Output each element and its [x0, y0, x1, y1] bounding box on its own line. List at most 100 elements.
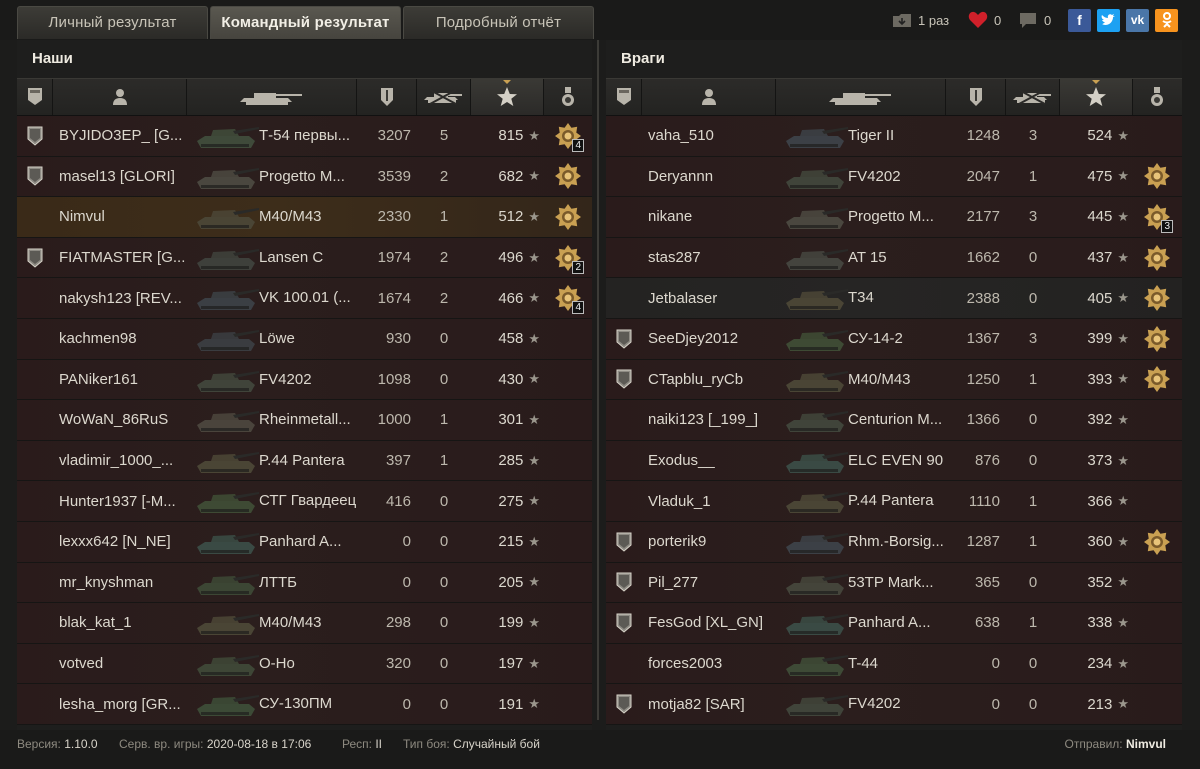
- player-row[interactable]: porterik9 Rhm.-Borsig... 1287 1 360 ★: [606, 521, 1182, 563]
- header-player[interactable]: [53, 79, 187, 115]
- header-rank[interactable]: [606, 79, 642, 115]
- player-row[interactable]: Pil_277 53TP Mark... 365 0 352 ★: [606, 562, 1182, 604]
- player-name[interactable]: porterik9: [642, 522, 776, 562]
- facebook-icon[interactable]: f: [1068, 8, 1091, 32]
- screenshot-counter[interactable]: 1 раз: [892, 9, 949, 31]
- medal-icon[interactable]: 4: [554, 122, 584, 152]
- player-name[interactable]: Vladuk_1: [642, 481, 776, 521]
- player-name[interactable]: CTapblu_ryCb: [642, 360, 776, 400]
- player-row[interactable]: nikane Progetto M... 2177 3 445 ★ 3: [606, 197, 1182, 238]
- medal-icon[interactable]: [1143, 284, 1171, 312]
- header-vehicle[interactable]: [187, 79, 357, 115]
- player-name[interactable]: votved: [53, 644, 187, 684]
- medal-icon[interactable]: 2: [554, 244, 584, 274]
- player-name[interactable]: kachmen98: [53, 319, 187, 359]
- player-name[interactable]: forces2003: [642, 644, 776, 684]
- player-row[interactable]: blak_kat_1 M40/M43 298 0 199 ★: [17, 603, 592, 644]
- player-name[interactable]: PANiker161: [53, 360, 187, 400]
- player-row[interactable]: Jetbalaser T34 2388 0 405 ★: [606, 278, 1182, 319]
- medal-icon[interactable]: [1143, 365, 1171, 393]
- player-name[interactable]: blak_kat_1: [53, 603, 187, 643]
- player-row[interactable]: Exodus__ ELC EVEN 90 876 0 373 ★: [606, 440, 1182, 482]
- header-experience[interactable]: [1060, 79, 1133, 115]
- header-rank[interactable]: [17, 79, 53, 115]
- player-row[interactable]: FesGod [XL_GN] Panhard A... 638 1 338 ★: [606, 603, 1182, 644]
- player-name[interactable]: naiki123 [_199_]: [642, 400, 776, 440]
- achievement-cell: [544, 563, 592, 603]
- header-achievements[interactable]: [544, 79, 592, 115]
- player-name[interactable]: masel13 [GLORI]: [53, 157, 187, 197]
- player-name[interactable]: vladimir_1000_...: [53, 441, 187, 481]
- medal-icon[interactable]: [1143, 162, 1171, 190]
- player-row[interactable]: Vladuk_1 P.44 Pantera 1110 1 366 ★: [606, 481, 1182, 522]
- player-name[interactable]: WoWaN_86RuS: [53, 400, 187, 440]
- tab-detailed-report[interactable]: Подробный отчёт: [403, 6, 594, 39]
- medal-icon[interactable]: 4: [554, 284, 584, 315]
- player-row[interactable]: WoWaN_86RuS Rheinmetall... 1000 1 301 ★: [17, 400, 592, 441]
- player-name[interactable]: nikane: [642, 197, 776, 237]
- twitter-icon[interactable]: [1097, 8, 1120, 32]
- medal-icon[interactable]: [1143, 244, 1171, 272]
- player-name[interactable]: mr_knyshman: [53, 563, 187, 603]
- player-row[interactable]: CTapblu_ryCb M40/M43 1250 1 393 ★: [606, 359, 1182, 401]
- player-row[interactable]: motja82 [SAR] FV4202 0 0 213 ★: [606, 684, 1182, 725]
- player-row[interactable]: Nimvul M40/M43 2330 1 512 ★: [17, 197, 592, 238]
- player-name[interactable]: lexxx642 [N_NE]: [53, 522, 187, 562]
- player-row[interactable]: mr_knyshman ЛТТБ 0 0 205 ★: [17, 562, 592, 604]
- player-row[interactable]: votved O-Ho 320 0 197 ★: [17, 643, 592, 685]
- medal-icon[interactable]: [1143, 528, 1171, 556]
- like-counter[interactable]: 0: [968, 9, 1001, 31]
- player-name[interactable]: FesGod [XL_GN]: [642, 603, 776, 643]
- player-name[interactable]: BYJIDO3EP_ [G...: [53, 116, 187, 156]
- player-row[interactable]: SeeDjey2012 СУ-14-2 1367 3 399 ★: [606, 318, 1182, 360]
- player-name[interactable]: Jetbalaser: [642, 278, 776, 318]
- medal-icon[interactable]: [1143, 325, 1171, 353]
- player-row[interactable]: lesha_morg [GR... СУ-130ПМ 0 0 191 ★: [17, 684, 592, 725]
- player-name[interactable]: Nimvul: [53, 197, 187, 237]
- player-name[interactable]: lesha_morg [GR...: [53, 684, 187, 724]
- experience-cell: 213 ★: [1060, 684, 1133, 724]
- odnoklassniki-icon[interactable]: [1155, 8, 1178, 32]
- player-row[interactable]: stas287 AT 15 1662 0 437 ★: [606, 237, 1182, 279]
- medal-icon[interactable]: [554, 203, 582, 231]
- player-name[interactable]: Pil_277: [642, 563, 776, 603]
- player-name[interactable]: nakysh123 [REV...: [53, 278, 187, 318]
- player-name[interactable]: Deryannn: [642, 157, 776, 197]
- medal-icon[interactable]: 3: [1143, 203, 1173, 233]
- header-damage[interactable]: [357, 79, 417, 115]
- player-row[interactable]: vladimir_1000_... P.44 Pantera 397 1 285 ★: [17, 440, 592, 482]
- player-name[interactable]: Exodus__: [642, 441, 776, 481]
- player-row[interactable]: masel13 [GLORI] Progetto M... 3539 2 682 ★: [17, 156, 592, 198]
- player-row[interactable]: forces2003 T-44 0 0 234 ★: [606, 643, 1182, 685]
- player-row[interactable]: BYJIDO3EP_ [G... Т-54 первы... 3207 5 815 ★ 4: [17, 116, 592, 157]
- damage-value: 1098: [377, 370, 411, 388]
- comment-counter[interactable]: 0: [1018, 9, 1051, 31]
- player-name[interactable]: Hunter1937 [-M...: [53, 481, 187, 521]
- player-row[interactable]: Hunter1937 [-M... СТГ Гвардеец 416 0 275 ★: [17, 481, 592, 522]
- header-player[interactable]: [642, 79, 776, 115]
- player-row[interactable]: FIATMASTER [G... Lansen C 1974 2 496 ★ 2: [17, 237, 592, 279]
- vehicle-cell: СТГ Гвардеец: [187, 481, 357, 521]
- player-name[interactable]: stas287: [642, 238, 776, 278]
- player-row[interactable]: vaha_510 Tiger II 1248 3 524 ★: [606, 116, 1182, 157]
- player-row[interactable]: Deryannn FV4202 2047 1 475 ★: [606, 156, 1182, 198]
- vk-icon[interactable]: vk: [1126, 8, 1149, 32]
- player-row[interactable]: nakysh123 [REV... VK 100.01 (... 1674 2 466 ★…: [17, 278, 592, 319]
- player-row[interactable]: lexxx642 [N_NE] Panhard A... 0 0 215 ★: [17, 521, 592, 563]
- player-row[interactable]: naiki123 [_199_] Centurion M... 1366 0 392 ★: [606, 400, 1182, 441]
- header-damage[interactable]: [946, 79, 1006, 115]
- header-experience[interactable]: [471, 79, 544, 115]
- tab-team-result[interactable]: Командный результат: [210, 6, 401, 39]
- header-kills[interactable]: [417, 79, 471, 115]
- tab-personal-result[interactable]: Личный результат: [17, 6, 208, 39]
- player-name[interactable]: motja82 [SAR]: [642, 684, 776, 724]
- medal-icon[interactable]: [554, 162, 582, 190]
- player-row[interactable]: PANiker161 FV4202 1098 0 430 ★: [17, 359, 592, 401]
- player-name[interactable]: FIATMASTER [G...: [53, 238, 187, 278]
- header-vehicle[interactable]: [776, 79, 946, 115]
- header-achievements[interactable]: [1133, 79, 1181, 115]
- player-name[interactable]: vaha_510: [642, 116, 776, 156]
- player-row[interactable]: kachmen98 Löwe 930 0 458 ★: [17, 318, 592, 360]
- player-name[interactable]: SeeDjey2012: [642, 319, 776, 359]
- header-kills[interactable]: [1006, 79, 1060, 115]
